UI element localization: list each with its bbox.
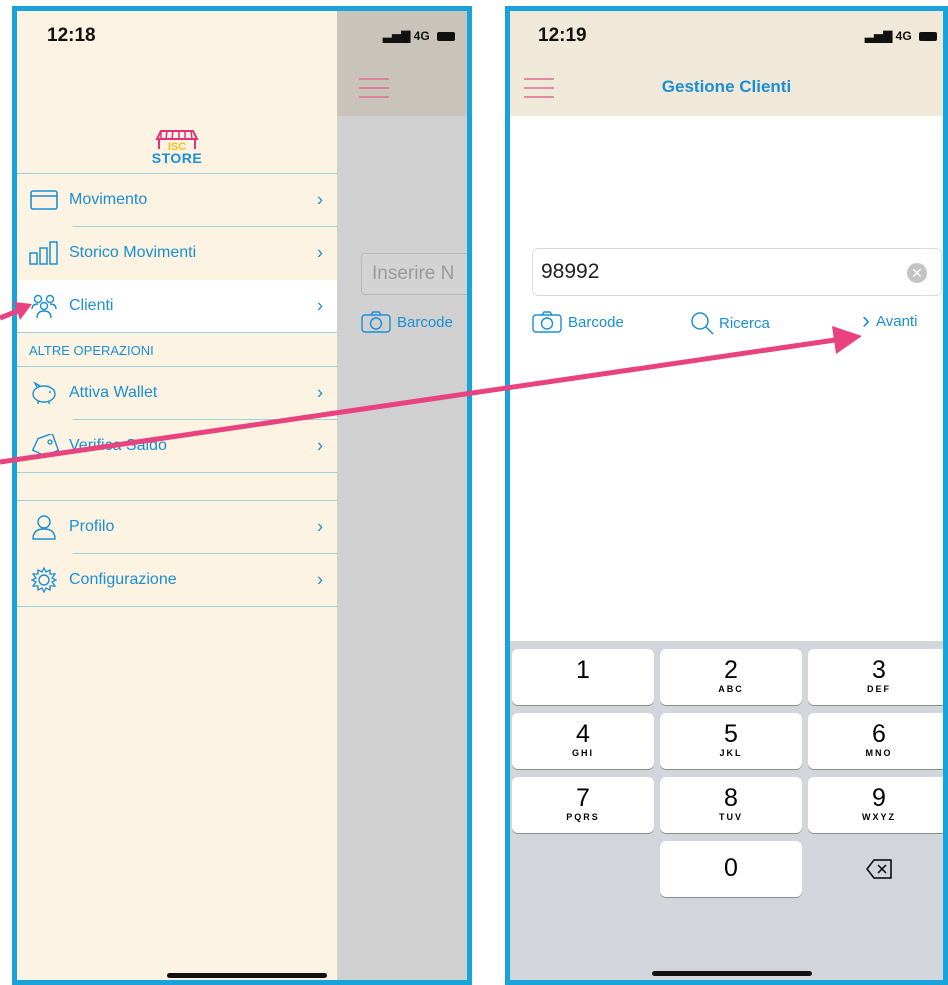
menu-label-profilo: Profilo	[69, 518, 115, 535]
logo-store-text: STORE	[151, 150, 203, 166]
next-button[interactable]: › Avanti	[862, 307, 918, 334]
signal-icon: ▃▅▇	[864, 29, 893, 43]
search-value: 98992	[541, 260, 600, 283]
chevron-right-icon: ›	[317, 435, 323, 456]
menu-label-attiva-wallet: Attiva Wallet	[69, 384, 158, 401]
menu-label-movimento: Movimento	[69, 191, 148, 208]
home-indicator	[652, 971, 812, 976]
key-9[interactable]: 9 WXYZ	[808, 777, 943, 833]
piggy-bank-icon	[29, 380, 59, 406]
network-type: 4G	[413, 29, 430, 43]
search-label: Ricerca	[719, 314, 770, 332]
right-phone-screen: 12:19 ▃▅▇ 4G Gestione Clienti 98992 ✕ Ba…	[505, 6, 948, 985]
key-0[interactable]: 0	[660, 841, 802, 897]
chevron-right-icon: ›	[317, 516, 323, 537]
battery-icon	[437, 32, 455, 42]
left-phone-screen: 12:18 ISC STORE Movimento › Storico Movi…	[12, 6, 472, 985]
menu-label-verifica-saldo: Verifica Saldo	[69, 437, 167, 454]
chevron-right-icon: ›	[317, 189, 323, 210]
barcode-label: Barcode	[568, 313, 624, 331]
navigation-header: 12:19 ▃▅▇ 4G Gestione Clienti	[510, 11, 943, 116]
menu-label-clienti: Clienti	[69, 297, 114, 314]
menu-item-attiva-wallet[interactable]: Attiva Wallet ›	[17, 367, 337, 419]
network-type: 4G	[895, 29, 912, 43]
key-6[interactable]: 6 MNO	[808, 713, 943, 769]
backspace-key[interactable]	[808, 841, 943, 897]
next-label: Avanti	[876, 312, 918, 330]
chevron-right-icon: ›	[317, 242, 323, 263]
chevron-right-icon: ›	[317, 569, 323, 590]
customer-search-input[interactable]: 98992 ✕	[532, 248, 942, 296]
numeric-keypad: 1 2 ABC 3 DEF 4 GHI 5 JKL 6 MNO 7 PQRS 8 TUV 9W…	[510, 641, 943, 980]
menu-label-configurazione: Configurazione	[69, 571, 177, 588]
camera-icon	[532, 311, 562, 333]
menu-label-storico-movimenti: Storico Movimenti	[69, 244, 197, 261]
dimmed-background-screen: ▃▅▇ 4G Inserire N Barcode	[337, 11, 467, 980]
isc-store-logo: ISC STORE	[147, 123, 207, 173]
bar-chart-icon	[29, 240, 59, 266]
camera-icon	[361, 311, 391, 333]
key-4[interactable]: 4 GHI	[512, 713, 654, 769]
backspace-icon	[866, 859, 892, 879]
battery-icon	[919, 32, 937, 42]
status-time: 12:19	[538, 25, 587, 46]
menu-item-verifica-saldo[interactable]: Verifica Saldo ›	[17, 420, 337, 472]
key-2[interactable]: 2 ABC	[660, 649, 802, 705]
barcode-button-dimmed: Barcode	[361, 311, 453, 333]
menu-item-configurazione[interactable]: Configurazione ›	[17, 554, 337, 606]
users-icon	[29, 293, 59, 319]
key-1[interactable]: 1	[512, 649, 654, 705]
side-menu-drawer: 12:18 ISC STORE Movimento › Storico Movi…	[17, 11, 337, 980]
tag-icon	[29, 433, 59, 459]
status-time: 12:18	[47, 25, 96, 46]
search-icon	[691, 312, 714, 335]
menu-item-storico-movimenti[interactable]: Storico Movimenti ›	[17, 227, 337, 279]
barcode-button[interactable]: Barcode	[532, 311, 624, 333]
hamburger-menu-icon[interactable]	[359, 77, 389, 99]
page-title: Gestione Clienti	[661, 77, 792, 96]
status-network: ▃▅▇ 4G	[383, 29, 455, 43]
chevron-right-icon: ›	[317, 295, 323, 316]
chevron-right-icon: ›	[317, 382, 323, 403]
key-3[interactable]: 3 DEF	[808, 649, 943, 705]
barcode-label: Barcode	[397, 313, 453, 331]
chevron-right-icon: ›	[862, 307, 870, 334]
menu-item-clienti[interactable]: Clienti ›	[17, 280, 337, 332]
menu-item-profilo[interactable]: Profilo ›	[17, 501, 337, 553]
customer-number-input-dimmed: Inserire N	[361, 253, 467, 295]
section-header-altre-operazioni: ALTRE OPERAZIONI	[29, 343, 154, 358]
key-5[interactable]: 5 JKL	[660, 713, 802, 769]
key-8[interactable]: 8 TUV	[660, 777, 802, 833]
dimmed-header: ▃▅▇ 4G	[337, 11, 467, 116]
menu-item-movimento[interactable]: Movimento ›	[17, 174, 337, 226]
gear-icon	[29, 566, 59, 594]
credit-card-icon	[29, 187, 59, 213]
signal-icon: ▃▅▇	[382, 29, 411, 43]
clear-input-icon[interactable]: ✕	[907, 263, 927, 283]
home-indicator	[167, 973, 327, 978]
key-7[interactable]: 7 PQRS	[512, 777, 654, 833]
status-network: ▃▅▇ 4G	[865, 29, 937, 43]
search-button[interactable]: Ricerca	[690, 311, 770, 335]
user-icon	[29, 514, 59, 540]
